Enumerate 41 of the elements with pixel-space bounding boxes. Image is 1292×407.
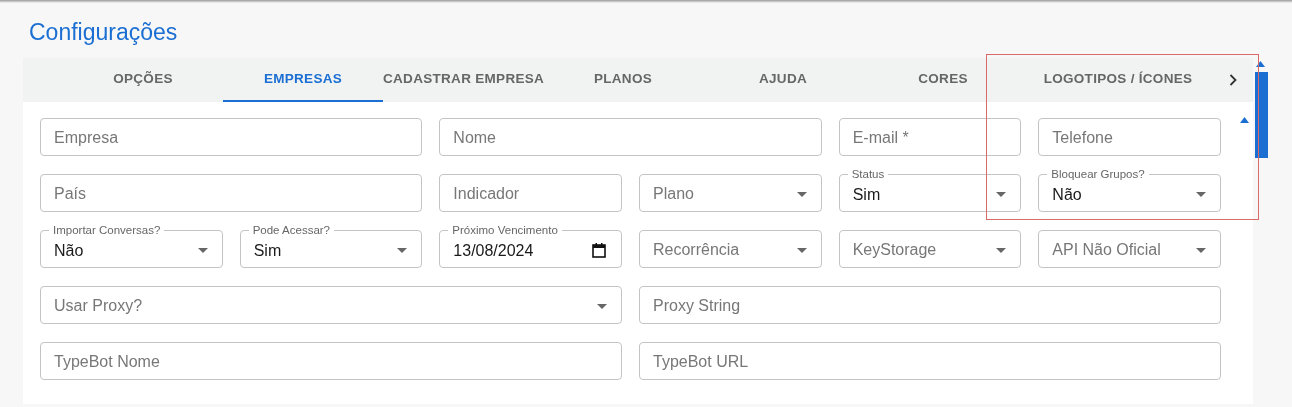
select-field[interactable]: KeyStorage: [838, 230, 1022, 268]
field-label: Próximo Vencimento: [448, 223, 562, 237]
scroll-up-icon[interactable]: [1256, 61, 1265, 67]
tab[interactable]: PLANOS: [543, 58, 703, 102]
select-field[interactable]: API Não Oficial: [1038, 230, 1221, 268]
caret-icon: [197, 248, 208, 253]
tab[interactable]: CADASTRAR EMPRESA: [383, 58, 543, 102]
tab[interactable]: LOGOTIPOS / ÍCONES: [1023, 58, 1213, 102]
tab[interactable]: CORES: [863, 58, 1023, 102]
field-label: Bloquear Grupos?: [1047, 167, 1149, 181]
caret-icon: [597, 304, 607, 309]
caret-icon: [996, 192, 1007, 197]
select-field[interactable]: Recorrência: [639, 230, 822, 268]
input-field[interactable]: Proxy String: [639, 286, 1221, 324]
scrollbar-thumb[interactable]: [1255, 72, 1268, 158]
caret-icon: [796, 192, 807, 197]
input-field[interactable]: Nome: [439, 118, 822, 156]
select-field[interactable]: Plano: [639, 174, 822, 212]
input-field[interactable]: Indicador: [439, 174, 622, 212]
input-field[interactable]: TypeBot URL: [639, 342, 1221, 380]
input-field[interactable]: País: [40, 174, 423, 212]
input-field[interactable]: E-mail *: [838, 118, 1022, 156]
caret-icon: [996, 248, 1007, 253]
scroll-up-icon[interactable]: [1240, 117, 1249, 123]
chevron-right-icon[interactable]: [1229, 74, 1237, 86]
field-label: Importar Conversas?: [49, 223, 165, 237]
select-field[interactable]: Usar Proxy?: [40, 286, 622, 324]
caret-icon: [1196, 192, 1206, 197]
calendar-icon[interactable]: [592, 243, 606, 258]
input-field[interactable]: TypeBot Nome: [40, 342, 622, 380]
caret-icon: [1196, 248, 1206, 253]
tab[interactable]: OPÇÕES: [63, 58, 223, 102]
page-title: Configurações: [29, 18, 178, 47]
tab[interactable]: EMPRESAS: [223, 58, 383, 102]
tab[interactable]: AJUDA: [703, 58, 863, 102]
caret-icon: [796, 248, 807, 253]
caret-icon: [397, 248, 408, 253]
input-field[interactable]: Empresa: [40, 118, 423, 156]
field-label: Pode Acessar?: [248, 223, 334, 237]
field-label: Status: [847, 167, 889, 181]
input-field[interactable]: Telefone: [1038, 118, 1221, 156]
